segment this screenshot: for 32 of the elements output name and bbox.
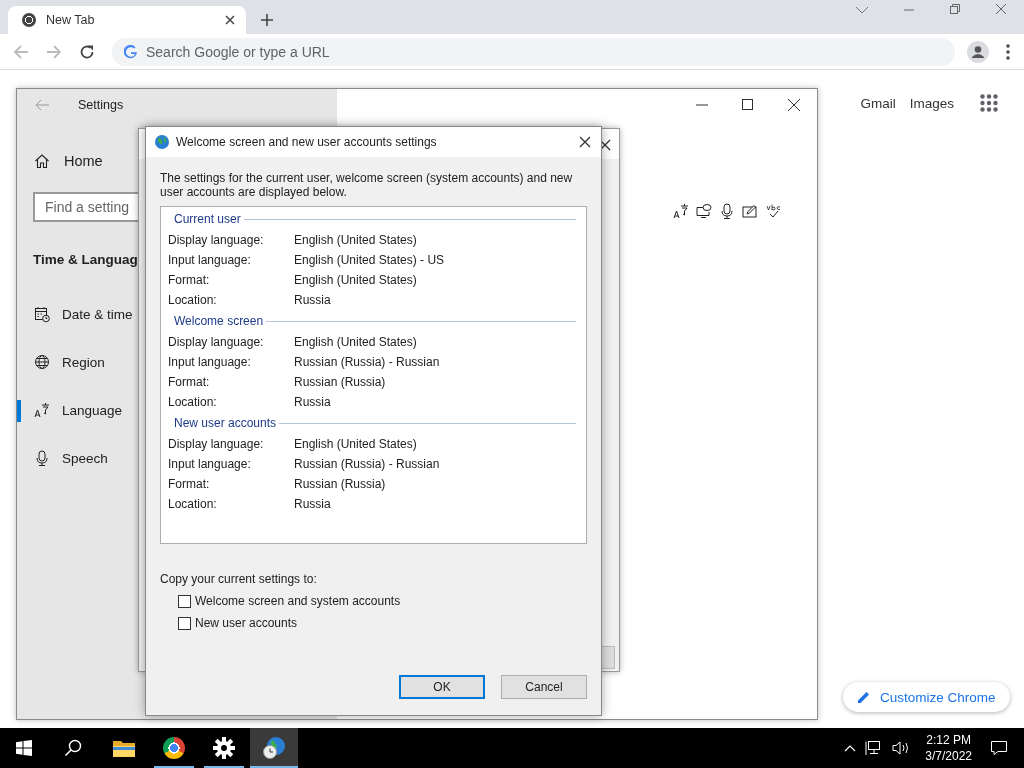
- field-label: Input language:: [168, 457, 252, 471]
- field-value: English (United States): [294, 233, 417, 247]
- section-heading: Time & Languag: [33, 252, 138, 268]
- field-value: English (United States): [294, 437, 417, 451]
- group-heading: Welcome screen: [173, 314, 265, 328]
- field-value: Russian (Russia): [294, 375, 386, 389]
- group-heading: New user accounts: [173, 416, 278, 430]
- field-label: Format:: [168, 477, 211, 491]
- description-text: The settings for the current user, welcome screen (system accounts) and new user accounts are displayed below.: [160, 171, 574, 199]
- field-value: Russian (Russia) - Russian: [294, 355, 440, 369]
- field-value: English (United States): [294, 335, 417, 349]
- field-label: Format:: [168, 273, 211, 287]
- field-label: Display language:: [168, 233, 265, 247]
- group-heading: Current user: [173, 212, 242, 226]
- field-value: Russian (Russia): [294, 477, 386, 491]
- field-label: Display language:: [168, 437, 265, 451]
- field-label: Location:: [168, 395, 218, 409]
- field-value: English (United States): [294, 273, 417, 287]
- field-value: Russian (Russia) - Russian: [294, 457, 440, 471]
- field-label: Input language:: [168, 355, 252, 369]
- dialog-title: Welcome screen and new user accounts settings: [176, 135, 438, 149]
- field-value: English (United States) - US: [294, 253, 445, 267]
- field-label: Input language:: [168, 253, 252, 267]
- field-label: Location:: [168, 293, 218, 307]
- field-value: Russia: [294, 395, 331, 409]
- field-value: Russia: [294, 293, 331, 307]
- field-label: Format:: [168, 375, 211, 389]
- window-title: Settings: [78, 98, 124, 112]
- copy-label: Copy your current settings to:: [160, 572, 318, 586]
- field-value: Russia: [294, 497, 331, 511]
- field-label: Location:: [168, 497, 218, 511]
- field-label: Display language:: [168, 335, 265, 349]
